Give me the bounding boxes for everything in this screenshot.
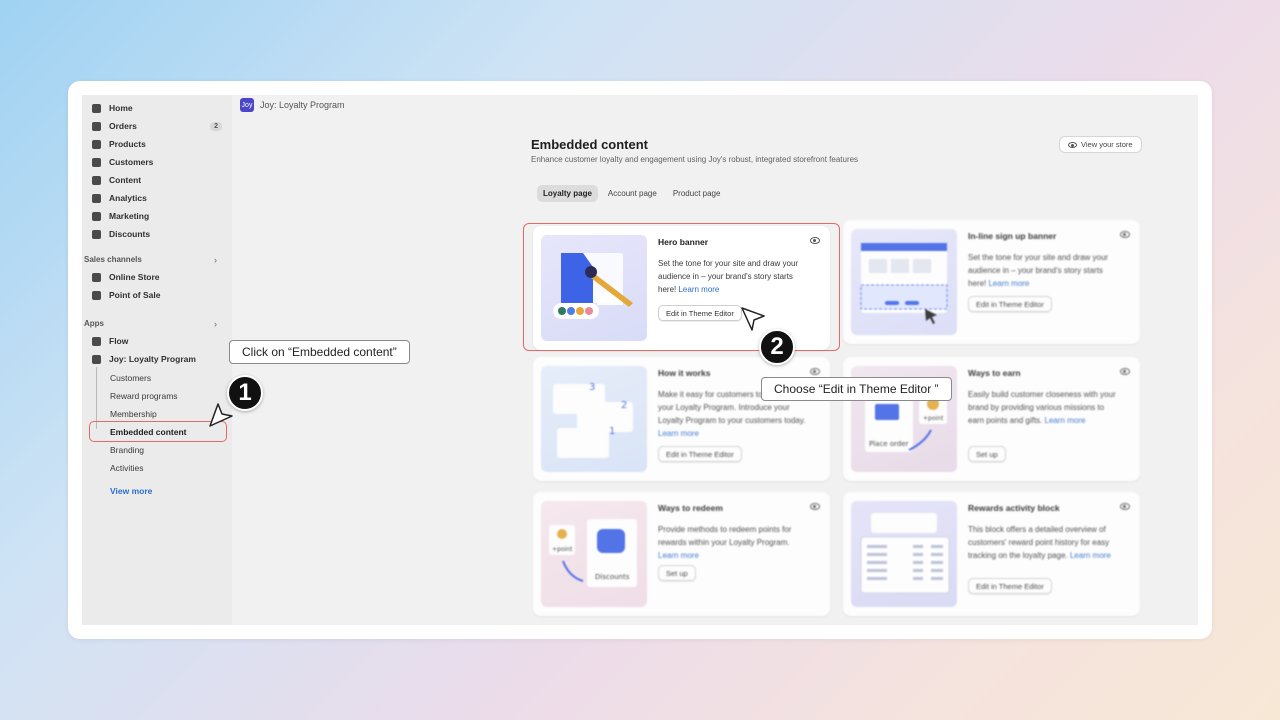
apps-heading: Apps	[84, 319, 104, 328]
eye-icon[interactable]	[1120, 368, 1130, 375]
home-icon	[92, 103, 101, 113]
joy-logo-icon: Joy	[240, 98, 254, 112]
rewards-activity-thumbnail	[851, 501, 957, 607]
discount-icon	[92, 229, 101, 239]
learn-more-link[interactable]: Learn more	[658, 551, 699, 560]
card-title: Ways to earn	[968, 368, 1021, 378]
card-how-it-works: 3 2 1 How it works Make it easy for cust…	[533, 357, 830, 481]
rewards-activity-illustration	[860, 513, 950, 594]
card-rewards-activity-block: Rewards activity block This block offers…	[843, 492, 1140, 616]
sidebar-item-products[interactable]: Products	[92, 136, 222, 152]
sidebar-item-discounts[interactable]: Discounts	[92, 226, 222, 242]
tab-loyalty-page[interactable]: Loyalty page	[537, 185, 598, 202]
svg-text:1: 1	[609, 426, 615, 437]
card-ways-to-redeem: +point Discounts Ways to redeem Provide …	[533, 492, 830, 616]
set-up-button[interactable]: Set up	[968, 446, 1006, 462]
edit-in-theme-editor-button[interactable]: Edit in Theme Editor	[658, 446, 742, 462]
svg-text:3: 3	[589, 382, 595, 393]
app-header: Joy Joy: Loyalty Program	[240, 98, 345, 112]
learn-more-link[interactable]: Learn more	[1045, 416, 1086, 425]
chart-icon	[92, 193, 101, 203]
discounts-label: Discounts	[595, 573, 630, 581]
eye-icon[interactable]	[1120, 231, 1130, 238]
flow-icon	[92, 336, 101, 346]
tag-icon	[92, 139, 101, 149]
ways-to-redeem-illustration: +point Discounts	[549, 519, 637, 587]
edit-in-theme-editor-button[interactable]: Edit in Theme Editor	[968, 578, 1052, 594]
cursor-arrow-icon	[741, 307, 765, 331]
sidebar: Home Orders 2 Products Customers Content …	[82, 95, 232, 625]
inline-signup-illustration	[860, 243, 948, 324]
sidebar-item-online-store[interactable]: Online Store	[92, 269, 222, 285]
card-description: Provide methods to redeem points for rew…	[658, 525, 792, 560]
page-title: Embedded content	[531, 137, 649, 152]
sidebar-item-home[interactable]: Home	[92, 100, 222, 116]
sidebar-item-marketing[interactable]: Marketing	[92, 208, 222, 224]
sidebar-sub-activities[interactable]: Activities	[110, 463, 144, 473]
card-title: Ways to redeem	[658, 503, 723, 513]
sidebar-item-orders[interactable]: Orders 2	[92, 118, 222, 134]
svg-text:2: 2	[621, 400, 627, 411]
card-description: Easily build customer closeness with you…	[968, 390, 1116, 425]
learn-more-link[interactable]: Learn more	[658, 429, 699, 438]
card-title: How it works	[658, 368, 711, 378]
eye-icon[interactable]	[810, 368, 820, 375]
sidebar-item-joy[interactable]: Joy: Loyalty Program	[92, 351, 222, 367]
how-it-works-thumbnail: 3 2 1	[541, 366, 647, 472]
card-title: In-line sign up banner	[968, 231, 1057, 241]
cursor-arrow-icon	[209, 403, 233, 427]
set-up-button[interactable]: Set up	[658, 565, 696, 581]
point-label: +point	[552, 546, 573, 553]
edit-in-theme-editor-button[interactable]: Edit in Theme Editor	[968, 296, 1052, 312]
chevron-right-icon[interactable]: ›	[214, 319, 217, 329]
page-subtitle: Enhance customer loyalty and engagement …	[531, 155, 859, 164]
card-description: Set the tone for your site and draw your…	[968, 253, 1109, 288]
learn-more-link[interactable]: Learn more	[1070, 551, 1111, 560]
hero-banner-highlight	[523, 223, 840, 351]
sidebar-item-customers[interactable]: Customers	[92, 154, 222, 170]
sidebar-sub-reward-programs[interactable]: Reward programs	[110, 391, 178, 401]
marketing-icon	[92, 211, 101, 221]
submenu-connector	[96, 367, 97, 429]
view-store-button[interactable]: View your store	[1059, 136, 1142, 153]
tab-bar: Loyalty page Account page Product page	[537, 185, 726, 202]
person-icon	[92, 157, 101, 167]
content-icon	[92, 175, 101, 185]
store-icon	[92, 272, 101, 282]
eye-icon[interactable]	[810, 503, 820, 510]
ways-to-redeem-thumbnail: +point Discounts	[541, 501, 647, 607]
step2-callout: Choose “Edit in Theme Editor ”	[761, 377, 952, 401]
card-description: This block offers a detailed overview of…	[968, 525, 1111, 560]
step1-callout: Click on “Embedded content”	[229, 340, 410, 364]
sidebar-sub-membership[interactable]: Membership	[110, 409, 157, 419]
chevron-right-icon[interactable]: ›	[214, 255, 217, 265]
card-title: Rewards activity block	[968, 503, 1060, 513]
app-header-title: Joy: Loyalty Program	[260, 100, 345, 110]
card-inline-signup-banner: In-line sign up banner Set the tone for …	[843, 220, 1140, 344]
sidebar-item-point-of-sale[interactable]: Point of Sale	[92, 287, 222, 303]
sidebar-sub-customers[interactable]: Customers	[110, 373, 151, 383]
how-it-works-illustration: 3 2 1	[553, 382, 633, 458]
orders-icon	[92, 121, 101, 131]
sales-channels-heading: Sales channels	[84, 255, 142, 264]
joy-app-icon	[92, 354, 101, 364]
sidebar-item-analytics[interactable]: Analytics	[92, 190, 222, 206]
learn-more-link[interactable]: Learn more	[988, 279, 1029, 288]
sidebar-sub-branding[interactable]: Branding	[110, 445, 144, 455]
inline-signup-thumbnail	[851, 229, 957, 335]
sidebar-item-flow[interactable]: Flow	[92, 333, 222, 349]
step2-badge: 2	[759, 329, 795, 365]
place-order-label: Place order	[869, 440, 909, 448]
view-more-link[interactable]: View more	[110, 486, 152, 496]
eye-icon[interactable]	[1120, 503, 1130, 510]
orders-count-badge: 2	[210, 121, 222, 131]
point-plus-label: +point	[923, 415, 944, 422]
pos-icon	[92, 290, 101, 300]
sidebar-item-content[interactable]: Content	[92, 172, 222, 188]
card-ways-to-earn: Place order +point Ways to earn Easily b…	[843, 357, 1140, 481]
tab-product-page[interactable]: Product page	[667, 185, 727, 202]
tab-account-page[interactable]: Account page	[602, 185, 663, 202]
eye-icon	[1068, 141, 1077, 148]
